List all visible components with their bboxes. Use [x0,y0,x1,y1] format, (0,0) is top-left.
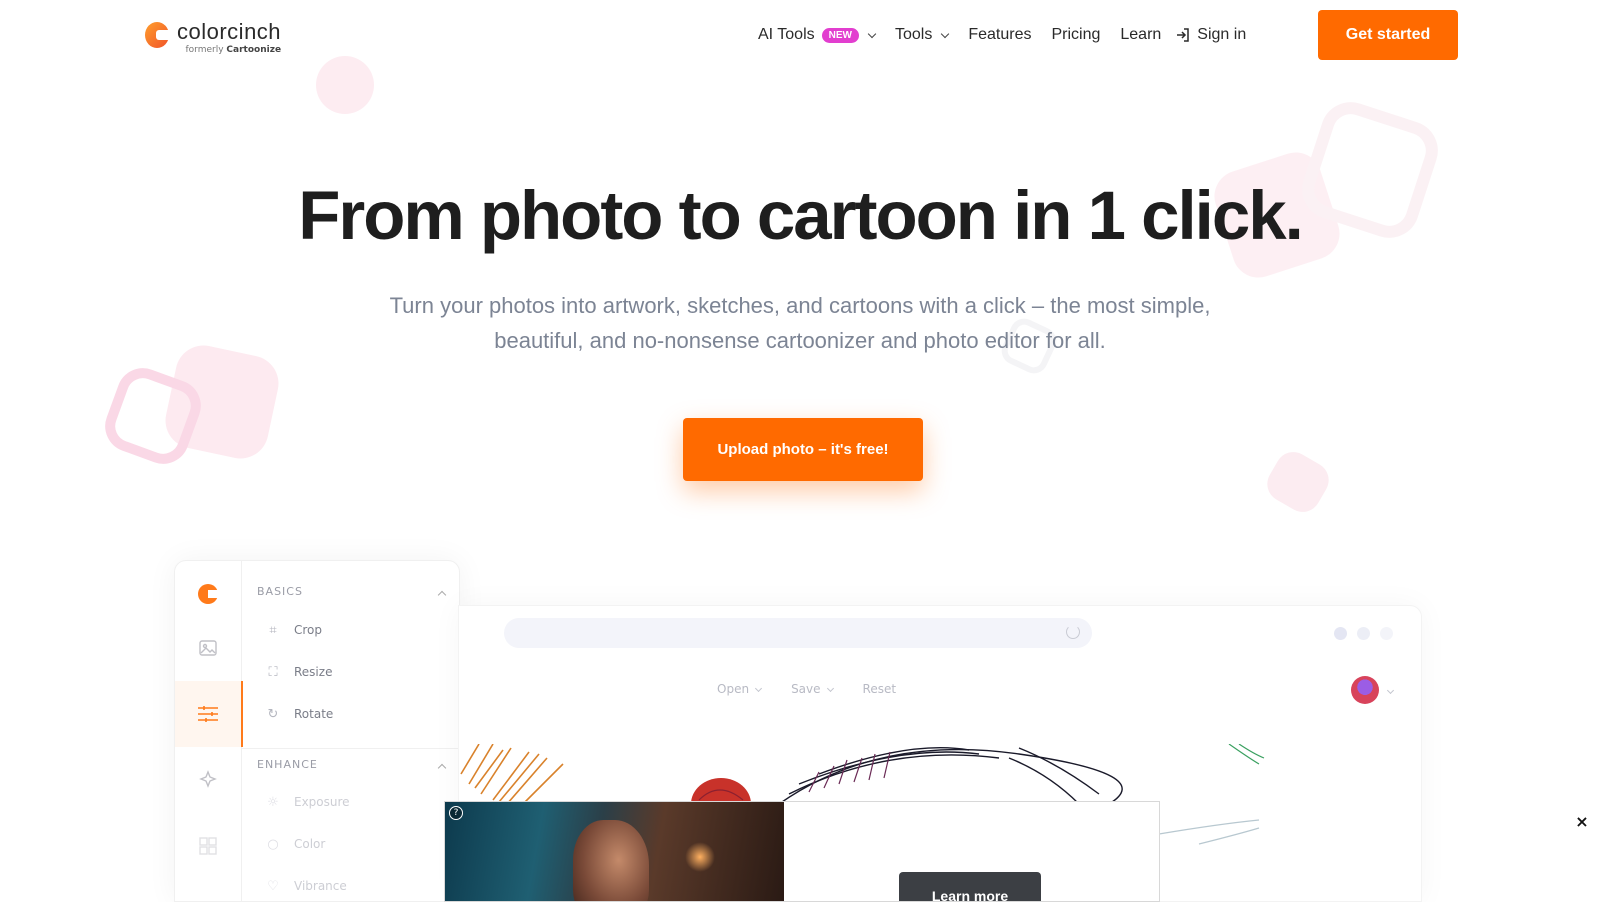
nav-learn[interactable]: Learn [1120,26,1161,44]
colorcinch-logo-icon [145,22,170,48]
rotate-icon: ↻ [267,706,279,722]
droplet-icon: ○ [267,836,279,852]
chevron-down-icon [1386,686,1395,695]
new-badge: NEW [821,27,859,43]
hero-subtitle: Turn your photos into artwork, sketches,… [389,293,1211,353]
brand-name: colorcinch [177,19,282,44]
chevron-up-icon [437,763,447,773]
crop-icon: ⌗ [269,622,277,638]
tool-resize: ⛶ Resize [266,664,332,680]
refresh-icon [1066,625,1080,639]
tool-rotate: ↻ Rotate [267,706,334,722]
chevron-up-icon [437,590,447,600]
chevron-down-icon [867,29,877,38]
nav-features[interactable]: Features [968,26,1031,44]
grid-icon [175,813,241,879]
editor-toolbar: Open Save Reset [717,682,896,696]
main-nav: AI Tools NEW Tools Features Pricing Lear… [758,23,1266,47]
chevron-down-icon [755,684,763,692]
section-basics: BASICS [257,585,303,598]
avatar [1351,676,1379,704]
decor-circle [316,56,374,114]
nav-pricing[interactable]: Pricing [1051,26,1100,44]
nav-ai-tools-label: AI Tools [758,26,815,43]
toolbar-reset: Reset [862,682,897,696]
nav-sign-in[interactable]: Sign in [1175,26,1246,44]
tool-color: ○ Color [267,836,326,852]
browser-url-bar [504,618,1092,648]
page-title: From photo to cartoon in 1 click. [298,177,1304,254]
editor-tools-panel: BASICS ⌗ Crop ⛶ Resize ↻ Rotate ENHANCE ☼ Ex… [242,561,459,901]
sun-icon: ☼ [267,794,279,810]
sparkle-icon [175,747,241,813]
advertisement-banner[interactable]: ? Learn more [444,801,1160,902]
close-icon[interactable]: × [1572,811,1592,831]
decor-shape [160,340,284,464]
decor-shape [1260,445,1336,519]
nav-sign-in-label: Sign in [1197,26,1247,43]
window-dots [1334,627,1393,640]
nav-tools[interactable]: Tools [894,26,950,44]
brand-subtitle: formerly Cartoonize [185,45,282,55]
tool-vibrance: ♡ Vibrance [267,878,347,894]
chevron-down-icon [826,684,834,692]
upload-photo-button[interactable]: Upload photo – it's free! [683,418,923,481]
sliders-icon [175,681,243,747]
tool-crop: ⌗ Crop [266,622,322,638]
window-dot [1380,627,1393,640]
nav-tools-label: Tools [894,26,933,43]
window-dot [1334,627,1347,640]
section-enhance: ENHANCE [257,758,318,771]
nav-ai-tools[interactable]: AI Tools NEW [758,26,877,44]
chevron-down-icon [941,29,950,38]
image-icon [175,615,241,681]
logo[interactable]: colorcinch formerly Cartoonize [145,20,281,55]
editor-sidebar-preview: BASICS ⌗ Crop ⛶ Resize ↻ Rotate ENHANCE ☼ Ex… [174,560,460,902]
heart-icon: ♡ [267,878,279,894]
toolbar-save: Save [791,682,834,696]
editor-icon-rail [175,561,243,901]
ad-image[interactable]: ? [445,802,784,901]
ad-info-icon[interactable]: ? [449,806,463,820]
ad-image-person [573,820,649,901]
get-started-button[interactable]: Get started [1318,10,1458,60]
toolbar-open: Open [717,682,763,696]
sign-in-icon [1177,28,1190,42]
resize-icon: ⛶ [268,664,278,680]
tool-exposure: ☼ Exposure [267,794,350,810]
divider [242,748,459,749]
window-dot [1357,627,1370,640]
decor-shape-outline [97,360,209,472]
ad-learn-more-button[interactable]: Learn more [899,872,1041,901]
ad-image-light [685,842,715,872]
